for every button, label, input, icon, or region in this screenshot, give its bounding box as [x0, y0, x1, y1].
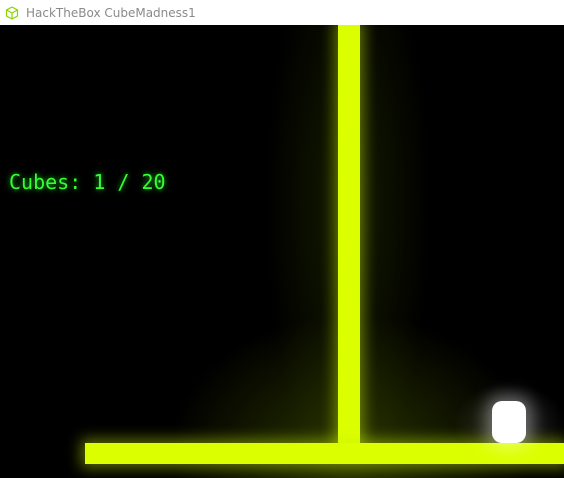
- vertical-wall: [338, 25, 360, 447]
- floor-platform: [85, 443, 564, 464]
- ambient-glow: [0, 25, 564, 478]
- game-viewport[interactable]: Cubes: 1 / 20: [0, 25, 564, 478]
- game-window: HackTheBox CubeMadness1 Cubes: 1 / 20: [0, 0, 564, 478]
- title-bar[interactable]: HackTheBox CubeMadness1: [0, 0, 564, 25]
- window-title: HackTheBox CubeMadness1: [26, 5, 196, 20]
- cube-icon: [4, 5, 20, 21]
- cubes-counter: Cubes: 1 / 20: [9, 170, 166, 194]
- player-capsule: [492, 401, 526, 443]
